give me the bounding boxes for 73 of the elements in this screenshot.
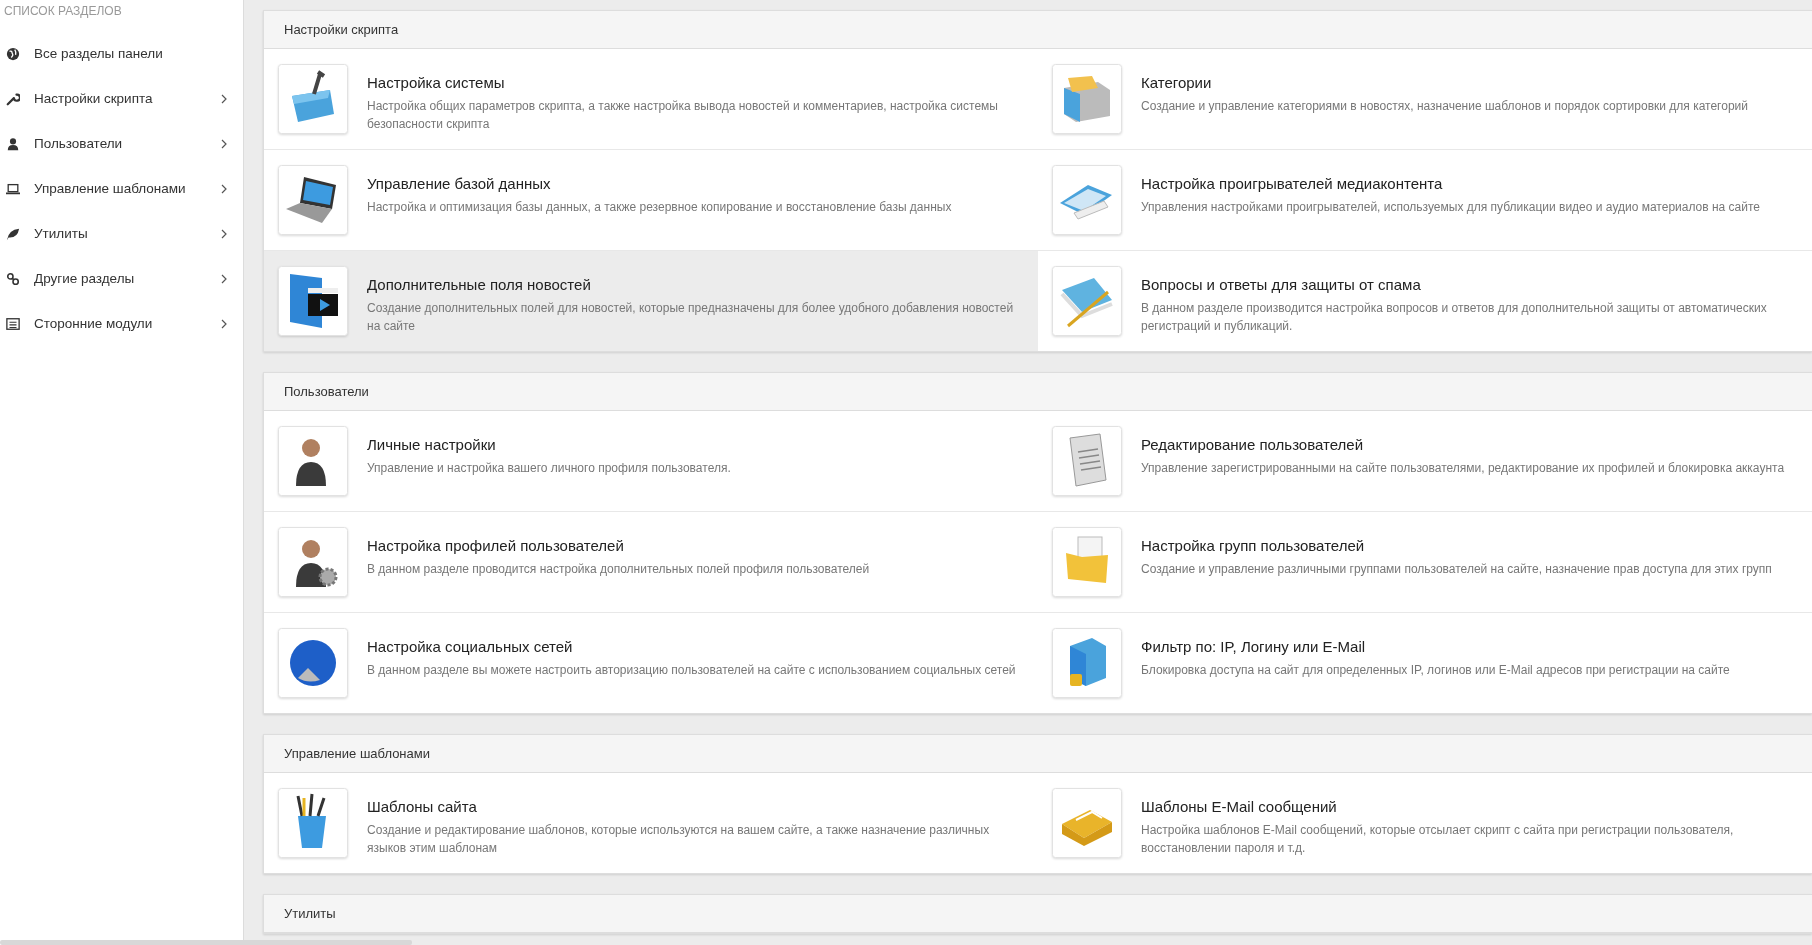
- tile-description: Настройка и оптимизация базы данных, а также резервное копирование и восстановление базы данных: [367, 199, 952, 216]
- section-title: Управление шаблонами: [284, 746, 430, 761]
- settings-tile[interactable]: Фильтр по: IP, Логину или E-Mail Блокировка доступа на сайт для определенных IP, логинов или E-Mail адресов при регистрации на сайте: [1038, 613, 1812, 713]
- tile-title: Настройка системы: [367, 74, 506, 91]
- laptop-icon: [6, 181, 20, 196]
- tile-title: Настройка проигрывателей медиаконтента: [1141, 175, 1444, 192]
- settings-tile[interactable]: Настройка профилей пользователей В данном разделе проводится настройка дополнительных полей профиля пользователей: [264, 512, 1038, 613]
- tile-description: Управление и настройка вашего личного профиля пользователя.: [367, 460, 731, 477]
- tile-title: Категории: [1141, 74, 1213, 91]
- tile-title: Настройка социальных сетей: [367, 638, 574, 655]
- tile-description: Управления настройками проигрывателей, используемых для публикации видео и аудио материалов на сайте: [1141, 199, 1760, 216]
- section-title: Утилиты: [284, 906, 336, 921]
- tile-description: Создание дополнительных полей для новостей, которые предназначены для более удобного добавления новостей на сайте: [367, 300, 1015, 335]
- settings-tile[interactable]: Личные настройки Управление и настройка вашего личного профиля пользователя.: [264, 411, 1038, 512]
- settings-tile[interactable]: Шаблоны сайта Создание и редактирование шаблонов, которые используются на вашем сайте, а также назначение различных языков этим шаблонам: [264, 773, 1038, 873]
- tile-description: В данном разделе проводится настройка дополнительных полей профиля пользователей: [367, 561, 870, 578]
- server-lock-icon: [1052, 628, 1122, 698]
- tile-title: Шаблоны E-Mail сообщений: [1141, 798, 1338, 815]
- tile-description: Создание и редактирование шаблонов, которые используются на вашем сайте, а также назначение различных языков этим шаблонам: [367, 822, 991, 857]
- settings-tile[interactable]: Настройка системы Настройка общих параметров скрипта, а также настройка вывода новостей и комментариев, настройка системы безопасности скрипта: [264, 49, 1038, 150]
- envelope-icon: [1052, 788, 1122, 858]
- tile-description: Настройка шаблонов E-Mail сообщений, которые отсылает скрипт с сайта при регистрации пользователя, восстановлении пароля и т.д.: [1141, 822, 1735, 857]
- sidebar-item[interactable]: Утилиты: [0, 211, 243, 256]
- toolbox-icon: [278, 64, 348, 134]
- tile-title: Личные настройки: [367, 436, 497, 453]
- section-title: Настройки скрипта: [284, 22, 399, 37]
- sidebar-item[interactable]: Все разделы панели: [0, 31, 243, 76]
- tile-title: Шаблоны сайта: [367, 798, 478, 815]
- tile-description: Блокировка доступа на сайт для определенных IP, логинов или E-Mail адресов при регистрации на сайте: [1141, 662, 1730, 679]
- pencil-cup-icon: [278, 788, 348, 858]
- tile-description: Управление зарегистрированными на сайте пользователями, редактирование их профилей и блокировка аккаунта: [1141, 460, 1785, 477]
- settings-tile[interactable]: Редактирование пользователей Управление зарегистрированными на сайте пользователями, редактирование их профилей и блокировка аккаунта: [1038, 411, 1812, 512]
- tile-title: Настройка групп пользователей: [1141, 537, 1366, 554]
- list-icon: [6, 316, 20, 331]
- drawer-icon: [1052, 64, 1122, 134]
- laptop-icon: [278, 165, 348, 235]
- tile-description: Создание и управление различными группами пользователей на сайте, назначение прав доступа для этих групп: [1141, 561, 1772, 578]
- tile-title: Редактирование пользователей: [1141, 436, 1365, 453]
- user-icon: [6, 136, 20, 151]
- tile-title: Управление базой данных: [367, 175, 552, 192]
- sidebar-item[interactable]: Управление шаблонами: [0, 166, 243, 211]
- sidebar-item[interactable]: Другие разделы: [0, 256, 243, 301]
- wrench-icon: [6, 91, 20, 106]
- settings-tile[interactable]: Вопросы и ответы для защиты от спама В данном разделе производится настройка вопросов и ответов для дополнительной защиты от автоматических регистраций и публикаций.: [1038, 251, 1812, 351]
- person-gear-icon: [278, 527, 348, 597]
- link-icon: [6, 271, 20, 286]
- sidebar-heading: СПИСОК РАЗДЕЛОВ: [3, 3, 123, 18]
- tile-title: Фильтр по: IP, Логину или E-Mail: [1141, 638, 1367, 655]
- tile-description: В данном разделе вы можете настроить авторизацию пользователей на сайте с использованием социальных сетей: [367, 662, 1016, 679]
- tile-description: Создание и управление категориями в новостях, назначение шаблонов и порядок сортировки для категорий: [1141, 98, 1748, 115]
- settings-tile[interactable]: Настройка проигрывателей медиаконтента Управления настройками проигрывателей, используемых для публикации видео и аудио материалов на сайте: [1038, 150, 1812, 251]
- settings-tile[interactable]: Категории Создание и управление категориями в новостях, назначение шаблонов и порядок сортировки для категорий: [1038, 49, 1812, 150]
- sidebar-item[interactable]: Сторонние модули: [0, 301, 243, 346]
- sidebar-item[interactable]: Пользователи: [0, 121, 243, 166]
- leaf-icon: [6, 226, 20, 241]
- globe-icon: [6, 46, 20, 61]
- notepad-pencil-icon: [1052, 266, 1122, 336]
- horizontal-scrollbar[interactable]: [0, 940, 412, 945]
- settings-tile[interactable]: Дополнительные поля новостей Создание дополнительных полей для новостей, которые предназначены для более удобного добавления новостей на сайте: [264, 251, 1038, 351]
- section-title: Пользователи: [284, 384, 369, 399]
- tile-title: Дополнительные поля новостей: [367, 276, 592, 293]
- tile-description: Настройка общих параметров скрипта, а также настройка вывода новостей и комментариев, настройка системы безопасности скрипта: [367, 98, 999, 133]
- tile-title: Настройка профилей пользователей: [367, 537, 625, 554]
- settings-tile[interactable]: Шаблоны E-Mail сообщений Настройка шаблонов E-Mail сообщений, которые отсылает скрипт с сайта при регистрации пользователя, восстановлении пароля и т.д.: [1038, 773, 1812, 873]
- sidebar-item[interactable]: Настройки скрипта: [0, 76, 243, 121]
- video-folder-icon: [278, 266, 348, 336]
- settings-tile[interactable]: Настройка групп пользователей Создание и управление различными группами пользователей на сайте, назначение прав доступа для этих групп: [1038, 512, 1812, 613]
- tile-title: Вопросы и ответы для защиты от спама: [1141, 276, 1422, 293]
- document-icon: [1052, 426, 1122, 496]
- folder-icon: [1052, 527, 1122, 597]
- settings-tile[interactable]: Настройка социальных сетей В данном разделе вы можете настроить авторизацию пользователей на сайте с использованием социальных сетей: [264, 613, 1038, 713]
- tile-description: В данном разделе производится настройка вопросов и ответов для дополнительной защиты от автоматических регистраций и публикаций.: [1141, 300, 1768, 335]
- person-icon: [278, 426, 348, 496]
